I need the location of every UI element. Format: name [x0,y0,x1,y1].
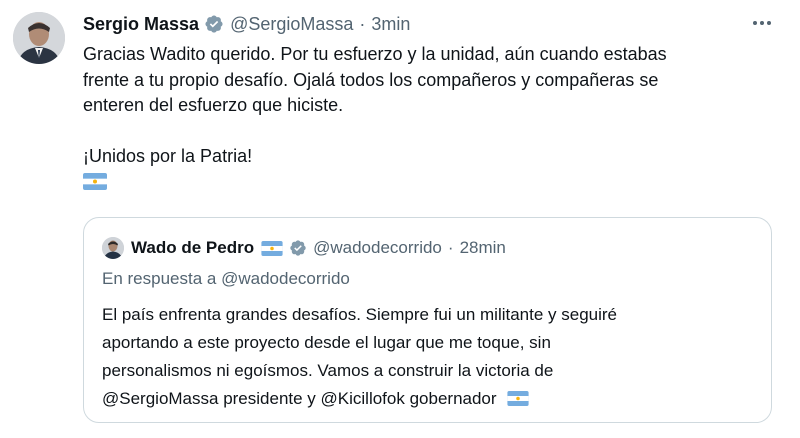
quoted-text-last: @SergioMassa presidente y @Kicillofok go… [102,389,497,408]
quoted-tweet-card[interactable]: Wado de Pedro @wadodecorrido · 28min En … [83,217,772,423]
separator-dot: · [359,13,366,34]
reply-to-handle[interactable]: @wadodecorrido [221,269,350,288]
quoted-text-line: personalismos ni egoísmos. Vamos a const… [102,361,554,380]
quoted-tweet-header: Wado de Pedro @wadodecorrido · 28min [102,236,506,260]
reply-context: En respuesta a @wadodecorrido [102,269,350,289]
tweet-closing-line: ¡Unidos por la Patria! [83,146,253,166]
tweet-text-line: frente a tu propio desafío. Ojalá todos … [83,69,659,90]
argentina-flag-icon [261,240,283,256]
author-avatar[interactable] [13,12,65,64]
argentina-flag-icon [83,172,107,190]
more-options-icon[interactable] [748,12,776,34]
author-handle[interactable]: @SergioMassa [230,14,353,35]
quoted-tweet-timestamp[interactable]: 28min [460,238,506,258]
tweet-text-line: Gracias Wadito querido. Por tu esfuerzo … [83,44,667,64]
separator-dot: · [447,238,454,257]
quoted-text-line: aportando a este proyecto desde el lugar… [102,333,551,352]
argentina-flag-icon [507,391,529,406]
quoted-author-handle[interactable]: @wadodecorrido [313,238,442,258]
quoted-text-line: @SergioMassa presidente y @Kicillofok go… [102,385,762,413]
quoted-author-avatar[interactable] [102,237,124,259]
tweet-text-line: enteren del esfuerzo que hiciste. [83,95,344,115]
quoted-author-name[interactable]: Wado de Pedro [131,238,254,258]
quoted-text-line: El país enfrenta grandes desafíos. Siemp… [102,305,618,324]
tweet[interactable]: Sergio Massa @SergioMassa · 3min Gracias… [0,0,800,438]
verified-badge-icon [290,240,306,256]
tweet-timestamp[interactable]: 3min [371,14,410,35]
author-name[interactable]: Sergio Massa [83,14,199,35]
verified-badge-icon [205,15,223,33]
tweet-text: Gracias Wadito querido. Por tu esfuerzo … [83,42,783,195]
reply-prefix: En respuesta a [102,269,217,288]
tweet-header: Sergio Massa @SergioMassa · 3min [83,11,410,37]
quoted-tweet-text: El país enfrenta grandes desafíos. Siemp… [102,301,762,413]
